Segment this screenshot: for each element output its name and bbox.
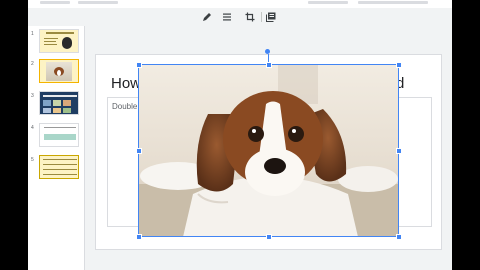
slide-thumbnail-2[interactable]: 2 (28, 59, 84, 85)
letterbox-right (452, 0, 480, 270)
slide-number: 3 (31, 93, 34, 99)
slide-number: 2 (31, 61, 34, 67)
thumbnail-image (39, 59, 79, 83)
menu-text-ghost (40, 1, 70, 4)
rotate-handle[interactable] (265, 49, 270, 54)
slide-canvas-area: How d Double (85, 26, 452, 270)
align-icon[interactable] (220, 10, 234, 24)
menu-text-ghost (308, 1, 348, 4)
slide-thumbnail-5[interactable]: 5 (28, 155, 84, 181)
resize-handle-top[interactable] (266, 62, 272, 68)
pencil-icon[interactable] (200, 10, 214, 24)
slide-number: 4 (31, 125, 34, 131)
slide-title[interactable]: How (111, 75, 141, 92)
toolbar-divider (261, 12, 262, 22)
slide-number: 1 (31, 31, 34, 37)
slide-thumbnail-1[interactable]: 1 (28, 29, 84, 55)
resize-handle-top-left[interactable] (136, 62, 142, 68)
dog-photo[interactable] (138, 64, 399, 237)
slide-number: 5 (31, 157, 34, 163)
thumbnail-image (39, 155, 79, 179)
resize-handle-bottom[interactable] (266, 234, 272, 240)
resize-handle-bottom-right[interactable] (396, 234, 402, 240)
image-options-icon[interactable] (264, 10, 278, 24)
letterbox-left (0, 0, 28, 270)
resize-handle-bottom-left[interactable] (136, 234, 142, 240)
menu-text-ghost (358, 1, 428, 4)
resize-handle-top-right[interactable] (396, 62, 402, 68)
slide-thumbnail-3[interactable]: 3 (28, 91, 84, 117)
slide-filmstrip: 1 2 3 4 5 (28, 26, 85, 270)
thumbnail-image (39, 29, 79, 53)
slide-thumbnail-4[interactable]: 4 (28, 123, 84, 149)
resize-handle-left[interactable] (136, 148, 142, 154)
resize-handle-right[interactable] (396, 148, 402, 154)
thumbnail-image (39, 123, 79, 147)
slides-editor: 1 2 3 4 5 How d Double (28, 0, 452, 270)
thumbnail-image (39, 91, 79, 115)
crop-icon[interactable] (243, 10, 257, 24)
top-menu-bar (28, 0, 452, 8)
toolbar (28, 8, 452, 26)
body-placeholder-text: Double (112, 102, 138, 111)
menu-text-ghost (78, 1, 118, 4)
